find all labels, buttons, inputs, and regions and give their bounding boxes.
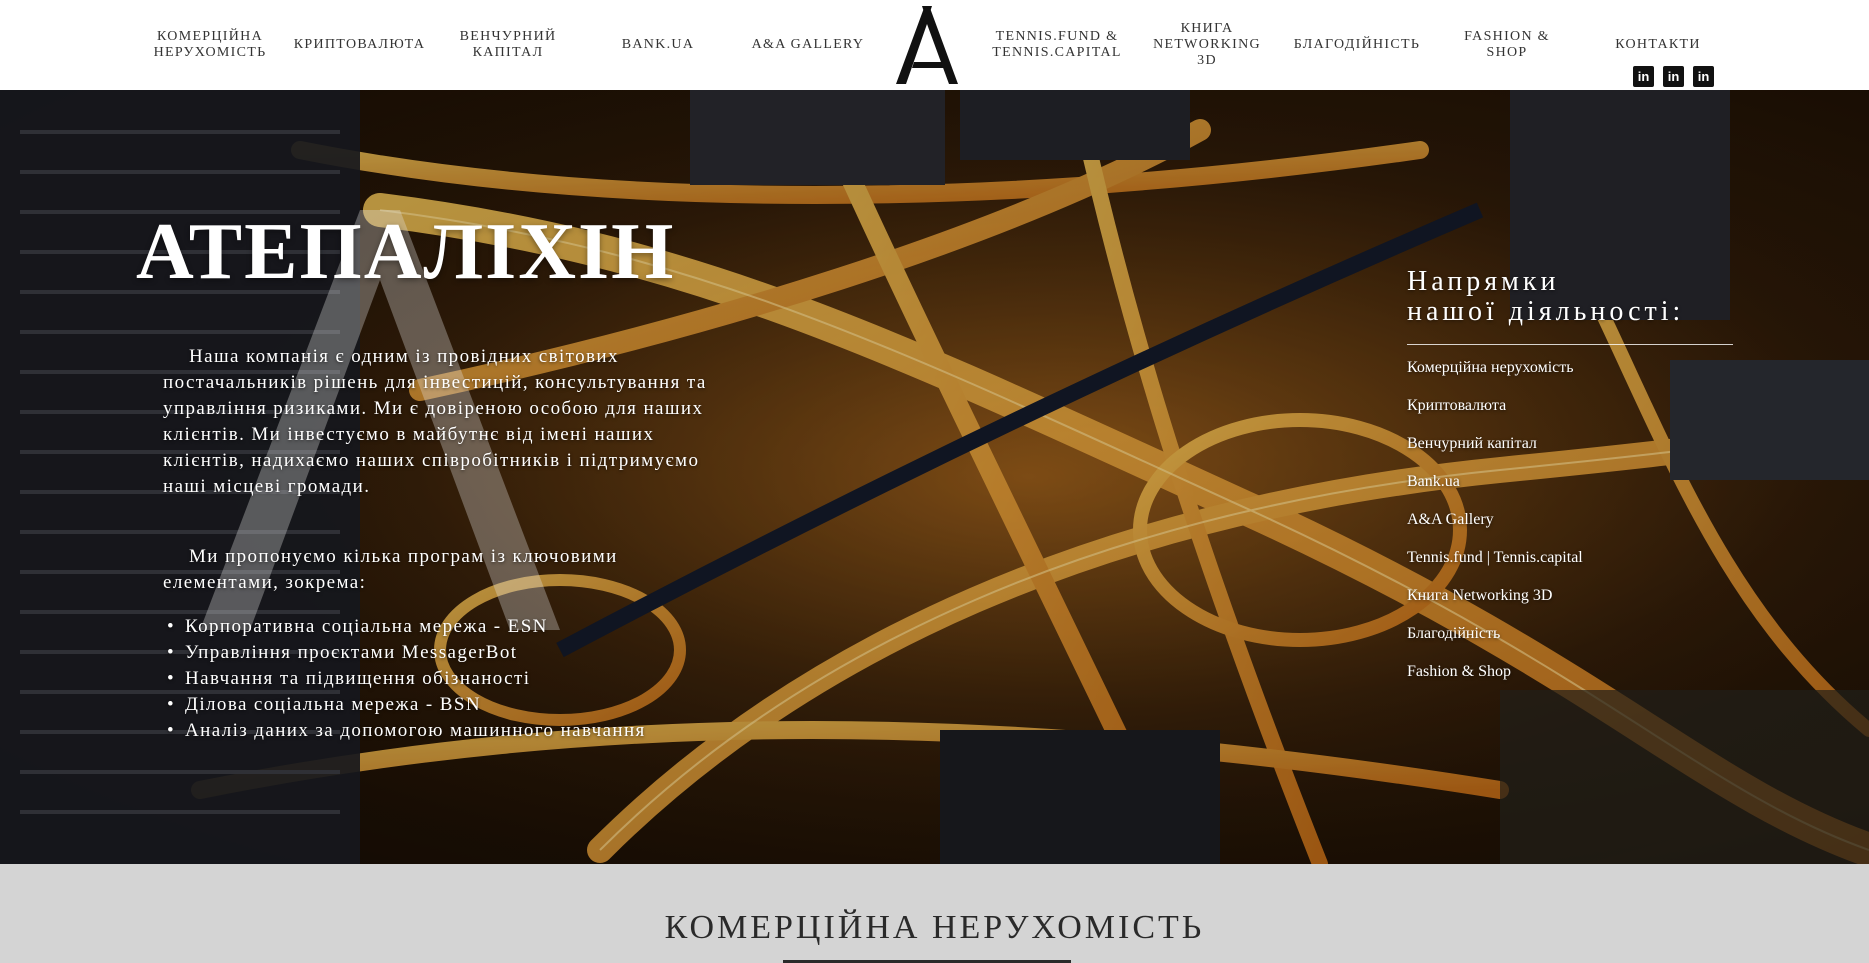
directions-heading-line: Напрямки [1407, 266, 1560, 297]
nav-label: НЕРУХОМІСТЬ [153, 45, 267, 60]
direction-link-aa-gallery[interactable]: A&A Gallery [1407, 510, 1583, 548]
linkedin-glyph: in [1697, 69, 1710, 84]
direction-link-crypto[interactable]: Криптовалюта [1407, 396, 1583, 434]
linkedin-icon[interactable]: in [1633, 66, 1654, 87]
nav-label: КНИГА [1180, 21, 1234, 36]
hero-paragraph-1: Наша компанія є одним із провідних світо… [163, 346, 707, 497]
nav-label: КОМЕРЦІЙНА [157, 29, 263, 44]
list-item: Навчання та підвищення обізнаності [163, 666, 646, 692]
linkedin-icon[interactable]: in [1693, 66, 1714, 87]
nav-label: КРИПТОВАЛЮТА [293, 37, 426, 52]
nav-label: БЛАГОДІЙНІСТЬ [1293, 37, 1421, 52]
nav-fashion[interactable]: FASHION & SHOP [1442, 0, 1572, 90]
direction-link-venture-capital[interactable]: Венчурний капітал [1407, 434, 1583, 472]
linkedin-icon[interactable]: in [1663, 66, 1684, 87]
nav-label: A&A GALLERY [751, 37, 865, 52]
list-item: Аналіз даних за допомогою машинного навч… [163, 718, 646, 744]
nav-label: NETWORKING 3D [1153, 37, 1261, 68]
directions-list: Комерційна нерухомість Криптовалюта Венч… [1407, 358, 1583, 700]
nav-tennis[interactable]: TENNIS.FUND & TENNIS.CAPITAL [992, 0, 1122, 90]
nav-label: КОНТАКТИ [1615, 37, 1701, 52]
nav-label: TENNIS.CAPITAL [992, 45, 1122, 60]
hero-paragraph-2: Ми пропонуємо кілька програм із ключовим… [163, 546, 618, 593]
direction-link-book[interactable]: Книга Networking 3D [1407, 586, 1583, 624]
direction-link-charity[interactable]: Благодійність [1407, 624, 1583, 662]
nav-bank-ua[interactable]: BANK.UA [608, 0, 708, 90]
programs-list: Корпоративна соціальна мережа - ESN Упра… [163, 614, 646, 744]
directions-heading: Напрямки нашої діяльності: [1407, 267, 1747, 327]
direction-link-fashion[interactable]: Fashion & Shop [1407, 662, 1583, 700]
nav-label: FASHION & SHOP [1464, 29, 1550, 60]
hero-intro-text: Наша компанія є одним із провідних світо… [163, 344, 733, 500]
divider [1407, 344, 1733, 345]
list-item: Управління проєктами MessagerBot [163, 640, 646, 666]
nav-venture-capital[interactable]: ВЕНЧУРНИЙ КАПІТАЛ [450, 0, 566, 90]
direction-link-tennis[interactable]: Tennis.fund | Tennis.capital [1407, 548, 1583, 586]
directions-heading-line: нашої діяльності: [1407, 296, 1685, 327]
direction-link-commercial-real-estate[interactable]: Комерційна нерухомість [1407, 358, 1583, 396]
direction-link-bank-ua[interactable]: Bank.ua [1407, 472, 1583, 510]
nav-label: ВЕНЧУРНИЙ [459, 29, 557, 44]
brand-logo[interactable] [892, 4, 964, 86]
nav-commercial-real-estate[interactable]: КОМЕРЦІЙНА НЕРУХОМІСТЬ [150, 0, 270, 90]
nav-book[interactable]: КНИГА NETWORKING 3D [1142, 0, 1272, 90]
hero-section: АТЕПАЛІХІН Наша компанія є одним із пров… [0, 90, 1869, 864]
commercial-real-estate-section: КОМЕРЦІЙНА НЕРУХОМІСТЬ [0, 864, 1869, 963]
nav-label: КАПІТАЛ [472, 45, 544, 60]
linkedin-glyph: in [1667, 69, 1680, 84]
nav-aa-gallery[interactable]: A&A GALLERY [748, 0, 868, 90]
list-item: Корпоративна соціальна мережа - ESN [163, 614, 646, 640]
nav-label: BANK.UA [621, 37, 695, 52]
site-header: КОМЕРЦІЙНА НЕРУХОМІСТЬ КРИПТОВАЛЮТА ВЕНЧУ… [0, 0, 1869, 90]
nav-charity[interactable]: БЛАГОДІЙНІСТЬ [1292, 0, 1422, 90]
hero-title: АТЕПАЛІХІН [136, 208, 676, 296]
nav-label: TENNIS.FUND & [995, 29, 1119, 44]
hero-programs-text: Ми пропонуємо кілька програм із ключовим… [163, 544, 733, 596]
section-title: КОМЕРЦІЙНА НЕРУХОМІСТЬ [664, 909, 1205, 946]
list-item: Ділова соціальна мережа - BSN [163, 692, 646, 718]
nav-crypto[interactable]: КРИПТОВАЛЮТА [292, 0, 427, 90]
linkedin-glyph: in [1637, 69, 1650, 84]
